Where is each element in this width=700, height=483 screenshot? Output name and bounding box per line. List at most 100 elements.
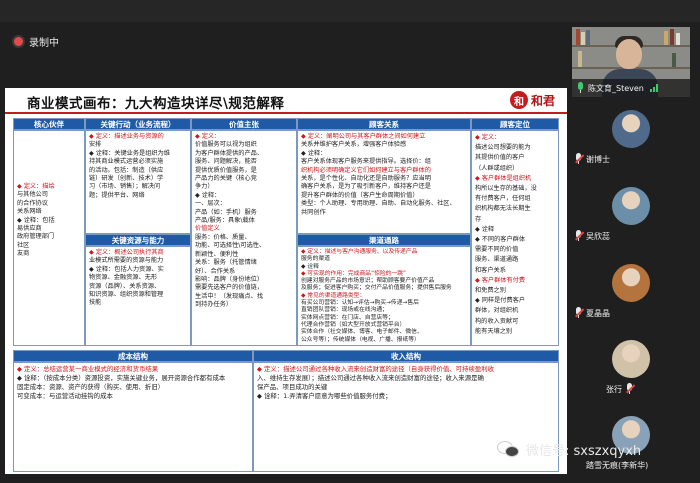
recording-label: 录制中 bbox=[29, 38, 59, 49]
cell-line: 功能、可选择性\可选性、 bbox=[195, 242, 266, 250]
cell-line: ◆ 定义：描述业务与资源的 bbox=[89, 133, 164, 140]
cell-line: 好）、合作关系 bbox=[195, 267, 236, 275]
avatar bbox=[612, 187, 650, 225]
cell-line: 和免费之别 bbox=[475, 287, 506, 295]
cell-resources-text: ◆ 定义：概述公司执行其商 业模式所需要的资源与能力 ◆ 诠释：包括人力资源、实 物资… bbox=[86, 247, 190, 310]
main-speaker-name: 陈文育_Steven bbox=[588, 83, 644, 93]
cell-line: ◆ 客户群体是组织机 bbox=[475, 174, 532, 182]
cell-value-text: ◆ 定义： 价值服务可以视为组织 为客户群体提供的产品、 服务、问题解决，能否 提供优质… bbox=[192, 131, 296, 312]
cell-line: ◆ 常见的渠道通路类型： bbox=[301, 292, 366, 299]
participant-name: 踏雪无痕(李新华) bbox=[586, 461, 649, 470]
header-cost: 成本结构 bbox=[13, 350, 253, 362]
cell-line: 及服务；促进客户购买；交付产品价值服务；提供售后服务 bbox=[301, 285, 452, 292]
slide-header: 商业模式画布：九大构造块详尽\规范解释 和 和君 bbox=[5, 88, 567, 114]
slide-title: 商业模式画布：九大构造块详尽\规范解释 bbox=[27, 96, 285, 112]
cell-line: ◆ 诠释：包括人力资源、实 bbox=[89, 265, 164, 273]
mic-muted-icon bbox=[625, 383, 635, 395]
avatar bbox=[612, 340, 650, 378]
cell-line: ◆ 客户群体有付费 bbox=[475, 276, 526, 284]
cell-line: 服务、问题解决，能否 bbox=[195, 158, 257, 166]
cell-line: ◆ 诠释：（按成本分类）资源投资，实施关键业务，展开资源合作都有成本 bbox=[17, 374, 226, 382]
mic-muted-icon bbox=[574, 153, 584, 165]
cell-line: 能有天壤之别 bbox=[475, 327, 513, 335]
cell-line: 保产品、项目成功的关键 bbox=[257, 383, 328, 391]
cell-line: 织机构必须明确定义它们如何建立与客户群体的 bbox=[301, 166, 431, 174]
cell-relationships-text: ◆ 定义：阐明公司与其客户群体之间如何建立 关系并维护客户关系，增强客户体验感 ◆ … bbox=[298, 131, 470, 219]
mic-active-icon bbox=[576, 82, 585, 94]
cell-line: 需要不同的价值 bbox=[475, 246, 519, 254]
cell-line: 产品（如：手机）服务 bbox=[195, 208, 257, 216]
cell-line: 物资源、金融资源、无形 bbox=[89, 274, 158, 282]
cell-line: 构所以生存的基础，没 bbox=[475, 185, 537, 193]
cell-line: ◆ 诠释： bbox=[195, 191, 221, 199]
cell-line: 业模式所需要的资源与能力 bbox=[89, 257, 164, 265]
main-speaker-label: 陈文育_Steven bbox=[572, 79, 690, 97]
cell-line: 和客户关系 bbox=[475, 266, 506, 274]
header-relationships: 顾客关系 bbox=[297, 118, 471, 130]
cell-line: ◆ 定义：描述公司通过各种收入流来创造财富的途径（自身获得价值、可持续盈利收 bbox=[257, 365, 495, 373]
cell-line: 价值定义 bbox=[195, 225, 220, 233]
participant-tile[interactable]: 谢博士 bbox=[572, 104, 690, 170]
brand-seal-icon: 和 bbox=[509, 91, 528, 109]
cell-line: 类型：个人助理、专用助理、自助、自动化服务、社区、 bbox=[301, 200, 456, 208]
cell-value: ◆ 定义： 价值服务可以视为组织 为客户群体提供的产品、 服务、问题解决，能否 提供优质… bbox=[191, 130, 297, 346]
participant-name: 谢博士 bbox=[586, 154, 610, 164]
cell-line: 持其商业模式运营必须实施 bbox=[89, 158, 164, 166]
cell-line: 群体，对组织机 bbox=[475, 307, 519, 315]
participant-tile[interactable]: 吴欣蕊 bbox=[572, 181, 690, 247]
cell-line: 可变成本：与运营活动挂钩的成本 bbox=[17, 392, 113, 400]
cell-line: ◆ 诠释 bbox=[475, 225, 495, 233]
participant-tile[interactable]: 张行 bbox=[572, 334, 690, 400]
cell-line: （人群或组织） bbox=[475, 164, 519, 172]
participant-tile[interactable]: 夏晶晶 bbox=[572, 258, 690, 324]
cell-line: 一、层次： bbox=[195, 200, 226, 208]
cell-line: 新颖性、便利性 bbox=[195, 250, 239, 258]
cell-revenue-text: ◆ 定义：描述公司通过各种收入流来创造财富的途径（自身获得价值、可持续盈利收 入、… bbox=[254, 363, 558, 403]
cell-line: 实体网点营销：在门店、自营店等； bbox=[301, 314, 394, 321]
cell-activities-text: ◆ 定义：描述业务与资源的 安排 ◆ 诠释：关键业务是组织为维 持其商业模式运营必须实… bbox=[86, 131, 190, 202]
cell-line: 安排 bbox=[89, 141, 102, 149]
cell-activities: ◆ 定义：描述业务与资源的 安排 ◆ 诠释：关键业务是组织为维 持其商业模式运营必须实… bbox=[85, 130, 191, 234]
cell-line: ◆ 诠释：包括 bbox=[17, 216, 55, 224]
cell-line: 题；提供平台、网络 bbox=[89, 191, 145, 199]
record-dot-icon bbox=[14, 37, 23, 46]
cell-line: 社区 bbox=[17, 241, 30, 249]
cell-line: 关系网络 bbox=[17, 208, 42, 216]
cell-line: 提供优质价值服务，是 bbox=[195, 166, 257, 174]
cell-cost-text: ◆ 定义：总结运营某一商业模式的经济和货币结果 ◆ 诠释：（按成本分类）资源投资，… bbox=[14, 363, 252, 403]
brand-name: 和君 bbox=[530, 93, 555, 108]
cell-line: ◆ 诠释：1.弄清客户愿意为哪些价值服务付费； bbox=[257, 392, 392, 400]
recording-status[interactable]: 录制中 bbox=[14, 34, 59, 49]
cell-line: ◆ 诠释 bbox=[301, 263, 319, 270]
cell-line: ◆ 诠释：关键业务是组织为维 bbox=[89, 149, 170, 157]
header-resources: 关键资源与能力 bbox=[85, 234, 191, 246]
cell-segments: ◆ 定义： 描述公司想要的能为 其提供价值的客户 （人群或组织） ◆ 客户群体是组织机构… bbox=[471, 130, 559, 346]
shared-slide: 商业模式画布：九大构造块详尽\规范解释 和 和君 核心伙伴 ◆ 定义：描绘 与其他… bbox=[5, 88, 567, 474]
participant-name: 张行 bbox=[606, 384, 622, 394]
cell-line: 为客户群体提供的产品、 bbox=[195, 149, 264, 157]
cell-line: 描述公司想要的能为 bbox=[475, 144, 531, 152]
meeting-top-bar bbox=[0, 0, 700, 22]
cell-line: 公众号等）；传统媒体（电视、广播、报纸等） bbox=[301, 336, 420, 343]
header-segments: 顾客定位 bbox=[471, 118, 559, 130]
cell-line: 政府管理部门 bbox=[17, 233, 55, 241]
cell-cost: ◆ 定义：总结运营某一商业模式的经济和货币结果 ◆ 诠释：（按成本分类）资源投资，… bbox=[13, 362, 253, 472]
cell-line: ◆ 诠释： bbox=[301, 149, 327, 157]
cell-line: ◆ 定义： bbox=[475, 134, 501, 141]
header-channels: 渠道通路 bbox=[297, 234, 471, 246]
wechat-icon bbox=[497, 440, 521, 459]
cell-resources: ◆ 定义：概述公司执行其商 业模式所需要的资源与能力 ◆ 诠释：包括人力资源、实 物资… bbox=[85, 246, 191, 346]
cell-line: 友商 bbox=[17, 250, 30, 258]
cell-channels-text: ◆ 定义：描述与客户沟通服务、以及传递产品 服务的渠道 ◆ 诠释 ◆ 可实现的作用：完… bbox=[298, 247, 470, 345]
participant-name: 夏晶晶 bbox=[586, 308, 610, 318]
cell-line: 服务、渠道通路 bbox=[475, 256, 519, 264]
cell-line: 资源（品牌）、关系资源、 bbox=[89, 282, 161, 290]
mic-muted-icon bbox=[574, 230, 584, 242]
cell-line: ◆ 同样是付费客户 bbox=[475, 297, 526, 305]
header-revenue: 收入结构 bbox=[253, 350, 559, 362]
cell-line: 共同创作 bbox=[301, 208, 326, 216]
cell-line: 固定成本：资源、资产的获得（购买、使用、折旧） bbox=[17, 383, 164, 391]
speaker-face bbox=[616, 39, 642, 69]
cell-line: 价值服务可以视为组织 bbox=[195, 141, 257, 149]
mic-muted-icon bbox=[574, 307, 584, 319]
